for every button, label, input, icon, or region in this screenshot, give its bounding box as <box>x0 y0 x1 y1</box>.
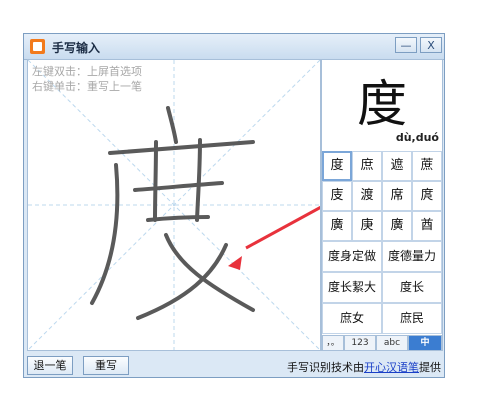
close-button[interactable]: X <box>420 37 442 53</box>
candidate-cell[interactable]: 廣 <box>322 211 352 241</box>
candidate-cell[interactable]: 庋 <box>322 181 352 211</box>
phrase-cell[interactable]: 度身定做 <box>322 241 382 272</box>
credit-link[interactable]: 开心汉语笔 <box>364 361 419 374</box>
candidate-cell[interactable]: 廣 <box>382 211 412 241</box>
candidate-cell[interactable]: 酋 <box>412 211 442 241</box>
handwriting-pad[interactable]: 左键双击：上屏首选项 右键单击：重写上一笔 <box>27 59 321 351</box>
candidate-cell[interactable]: 庚 <box>352 211 382 241</box>
candidate-cell[interactable]: 遮 <box>382 151 412 181</box>
candidate-cell[interactable]: 蔗 <box>412 151 442 181</box>
tab-numbers[interactable]: 123 <box>344 335 376 351</box>
rewrite-button[interactable]: 重写 <box>83 356 129 375</box>
candidate-cell[interactable]: 庶 <box>352 151 382 181</box>
preview-character: 度 <box>357 75 407 133</box>
phrase-cell[interactable]: 庶女 <box>322 303 382 334</box>
candidate-cell[interactable]: 度 <box>322 151 352 181</box>
credit-prefix: 手写识别技术由 <box>287 361 364 374</box>
phrase-cell[interactable]: 度长 <box>382 272 442 303</box>
tab-letters[interactable]: abc <box>376 335 408 351</box>
phrase-cell[interactable]: 度德量力 <box>382 241 442 272</box>
phrase-cell[interactable]: 庶民 <box>382 303 442 334</box>
candidate-panel: 度 dù,duó 度 庶 遮 蔗 庋 渡 席 庹 廣 庚 廣 酋 度身定做 度德… <box>321 59 443 351</box>
credit-suffix: 提供 <box>419 361 441 374</box>
preview-pinyin: dù,duó <box>395 131 439 144</box>
title-bar[interactable]: 手写输入 — X <box>24 34 444 60</box>
credit-text: 手写识别技术由开心汉语笔提供 <box>287 359 441 375</box>
pointer-arrow <box>228 205 320 270</box>
candidate-cell[interactable]: 庹 <box>412 181 442 211</box>
window-title: 手写输入 <box>52 41 101 55</box>
candidate-cell[interactable]: 席 <box>382 181 412 211</box>
phrase-cell[interactable]: 度长絜大 <box>322 272 382 303</box>
app-icon <box>30 39 45 54</box>
tab-chinese[interactable]: 中 <box>408 335 442 351</box>
handwriting-input-window: 手写输入 — X 左键双击：上屏首选项 右键单击：重写上一笔 度 dù,duó … <box>23 33 445 378</box>
minimize-button[interactable]: — <box>395 37 417 53</box>
candidate-cell[interactable]: 渡 <box>352 181 382 211</box>
tab-punctuation[interactable]: ，。 <box>322 335 344 351</box>
undo-stroke-button[interactable]: 退一笔 <box>27 356 73 375</box>
